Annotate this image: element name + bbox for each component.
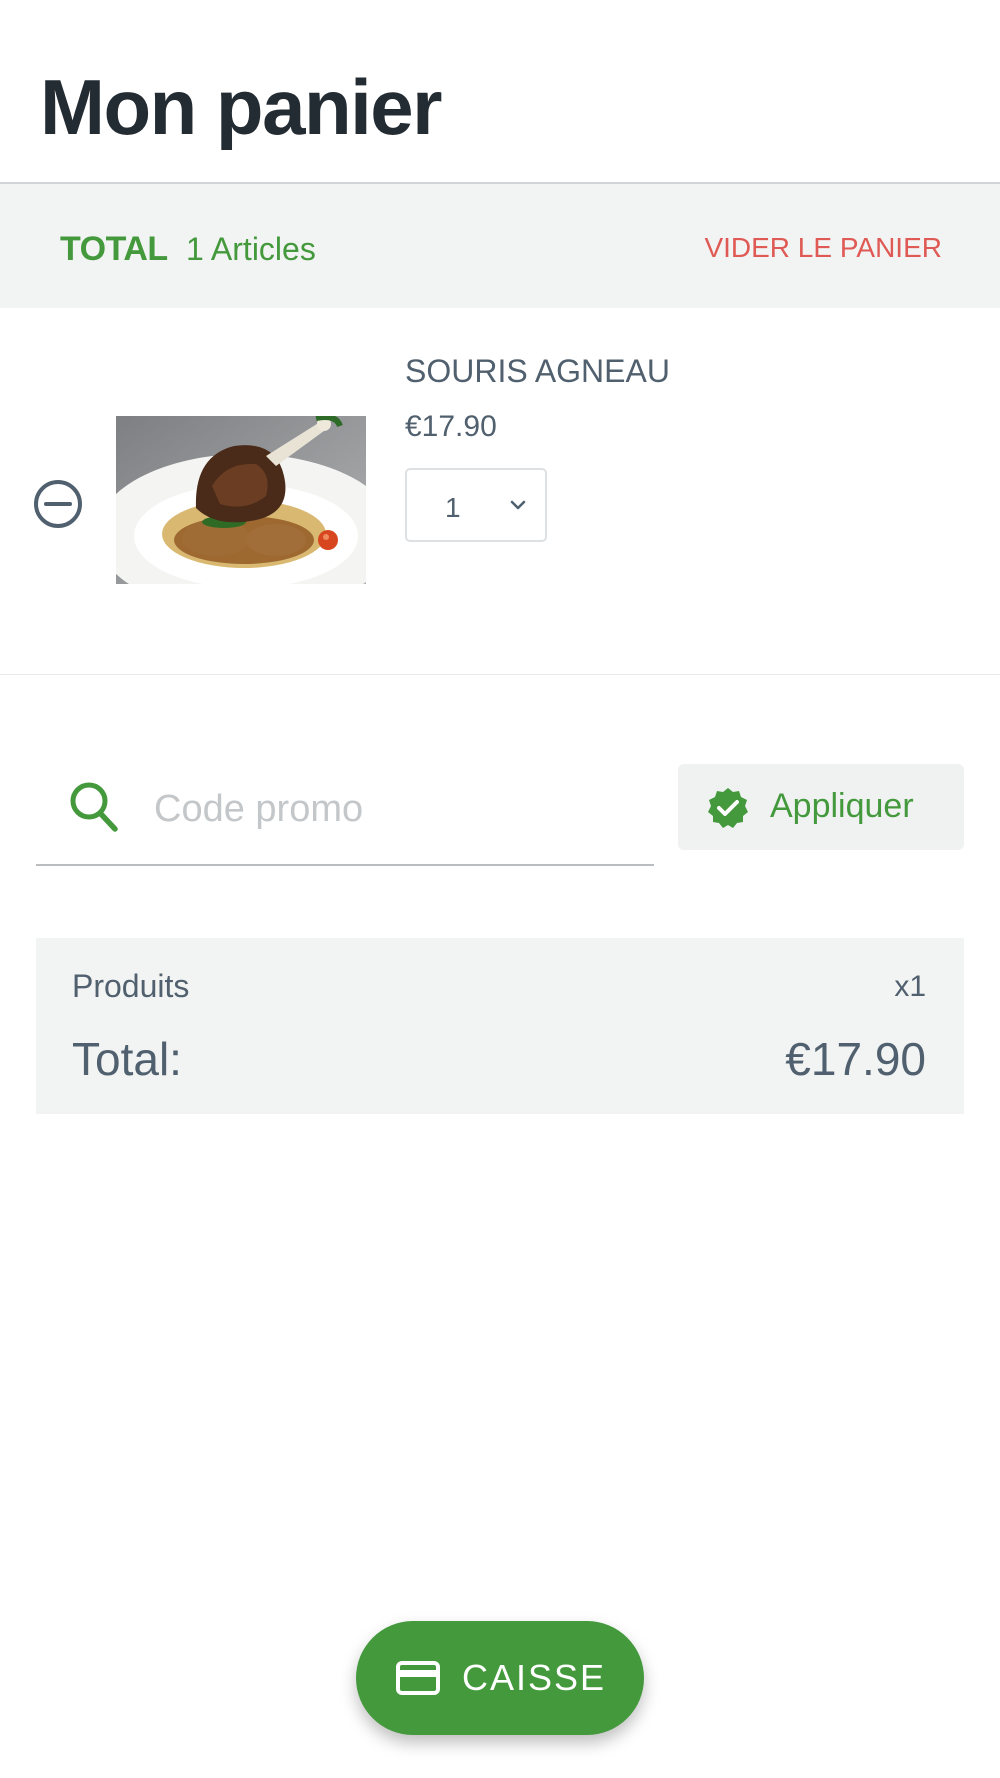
apply-promo-button[interactable]: Appliquer <box>678 764 964 850</box>
products-label: Produits <box>72 968 190 1004</box>
promo-field <box>36 760 654 866</box>
cart-item: SOURIS AGNEAU €17.90 1 <box>0 308 1000 674</box>
quantity-select[interactable]: 1 <box>405 468 547 542</box>
promo-underline <box>36 864 654 866</box>
promo-code-input[interactable] <box>152 778 636 840</box>
remove-item-icon[interactable] <box>32 478 84 530</box>
apply-label: Appliquer <box>770 787 914 825</box>
page-title: Mon panier <box>40 63 443 151</box>
checkout-button[interactable]: CAISSE <box>356 1621 644 1735</box>
cart-total-bar: TOTAL 1 Articles VIDER LE PANIER <box>0 184 1000 308</box>
quantity-value: 1 <box>445 492 461 523</box>
total-label: TOTAL <box>60 230 168 268</box>
search-icon <box>70 782 118 832</box>
item-name: SOURIS AGNEAU <box>405 353 670 389</box>
chevron-down-icon <box>510 500 526 510</box>
summary-total-label: Total: <box>72 1033 182 1085</box>
item-image[interactable] <box>116 416 366 584</box>
products-count: x1 <box>894 970 926 1003</box>
checkout-label: CAISSE <box>462 1657 607 1698</box>
articles-count: 1 Articles <box>186 231 316 267</box>
credit-card-icon <box>396 1661 440 1695</box>
summary-total-amount: €17.90 <box>785 1033 926 1085</box>
item-price: €17.90 <box>405 410 497 443</box>
verified-badge-icon <box>708 788 748 828</box>
order-summary: Produits x1 Total: €17.90 <box>36 938 964 1114</box>
item-divider <box>0 674 1000 675</box>
empty-cart-button[interactable]: VIDER LE PANIER <box>704 232 942 264</box>
